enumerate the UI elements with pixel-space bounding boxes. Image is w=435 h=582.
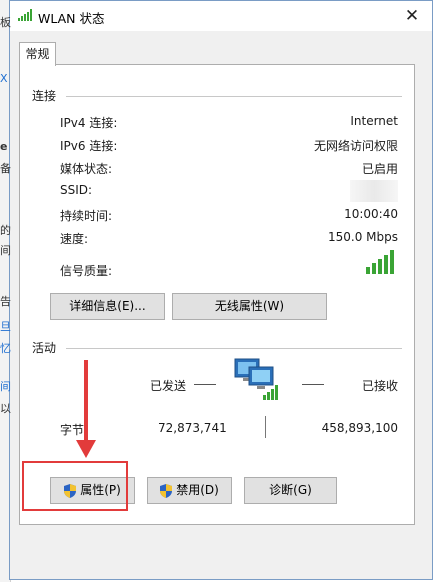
signal-quality-label: 信号质量: (60, 264, 113, 278)
ipv6-label: IPv6 连接: (60, 139, 118, 153)
bg-fragment: 忆 (0, 342, 11, 355)
speed-value: 150.0 Mbps (327, 230, 398, 244)
bytes-received-value: 458,893,100 (321, 421, 398, 435)
duration-value: 10:00:40 (344, 207, 398, 221)
details-button[interactable]: 详细信息(E)... (50, 293, 165, 320)
tab-general[interactable]: 常规 (19, 42, 56, 66)
bytes-sent-value: 72,873,741 (158, 421, 227, 435)
sent-label: 已发送 (150, 379, 187, 393)
connection-divider (66, 96, 402, 97)
annotation-arrow-head (76, 440, 96, 458)
ipv4-label: IPv4 连接: (60, 116, 118, 130)
received-label: 已接收 (361, 379, 398, 393)
close-icon: ✕ (404, 6, 420, 26)
ipv6-value: 无网络访问权限 (313, 139, 398, 153)
ssid-redacted-value (350, 180, 398, 202)
diagnose-button[interactable]: 诊断(G) (244, 477, 337, 504)
media-state-label: 媒体状态: (60, 162, 113, 176)
disable-button[interactable]: 禁用(D) (147, 477, 232, 504)
ssid-label: SSID: (60, 183, 93, 197)
bytes-divider (265, 416, 266, 438)
wireless-properties-button[interactable]: 无线属性(W) (172, 293, 327, 320)
disable-button-label: 禁用(D) (176, 483, 219, 497)
network-computers-icon (234, 358, 278, 400)
shield-icon (160, 483, 173, 498)
media-state-value: 已启用 (361, 162, 398, 176)
close-button[interactable]: ✕ (392, 1, 432, 31)
annotation-highlight-box (22, 461, 128, 511)
bg-fragment: 的 (0, 224, 11, 237)
title-bar: WLAN 状态 ✕ (10, 1, 432, 31)
received-dash (302, 384, 324, 385)
bg-fragment: 备 (0, 162, 11, 175)
activity-divider (66, 348, 402, 349)
bg-fragment: 间 (0, 244, 11, 257)
bg-fragment: X (0, 72, 8, 85)
annotation-arrow-line (84, 360, 88, 444)
bg-fragment: 以 (0, 402, 11, 415)
window-title: WLAN 状态 (38, 11, 105, 26)
speed-label: 速度: (60, 232, 89, 246)
bg-fragment: 旦 (0, 320, 11, 333)
connection-group-label: 连接 (32, 89, 57, 103)
bg-fragment: 间 (0, 380, 11, 393)
duration-label: 持续时间: (60, 209, 113, 223)
bg-fragment: 板 (0, 16, 11, 29)
bg-fragment: e (0, 140, 8, 153)
activity-group-label: 活动 (32, 341, 57, 355)
sent-dash (194, 384, 216, 385)
bg-fragment: 告 (0, 295, 11, 308)
signal-strength-icon (366, 250, 394, 274)
ipv4-value: Internet (350, 114, 398, 128)
wifi-signal-icon (18, 9, 32, 21)
